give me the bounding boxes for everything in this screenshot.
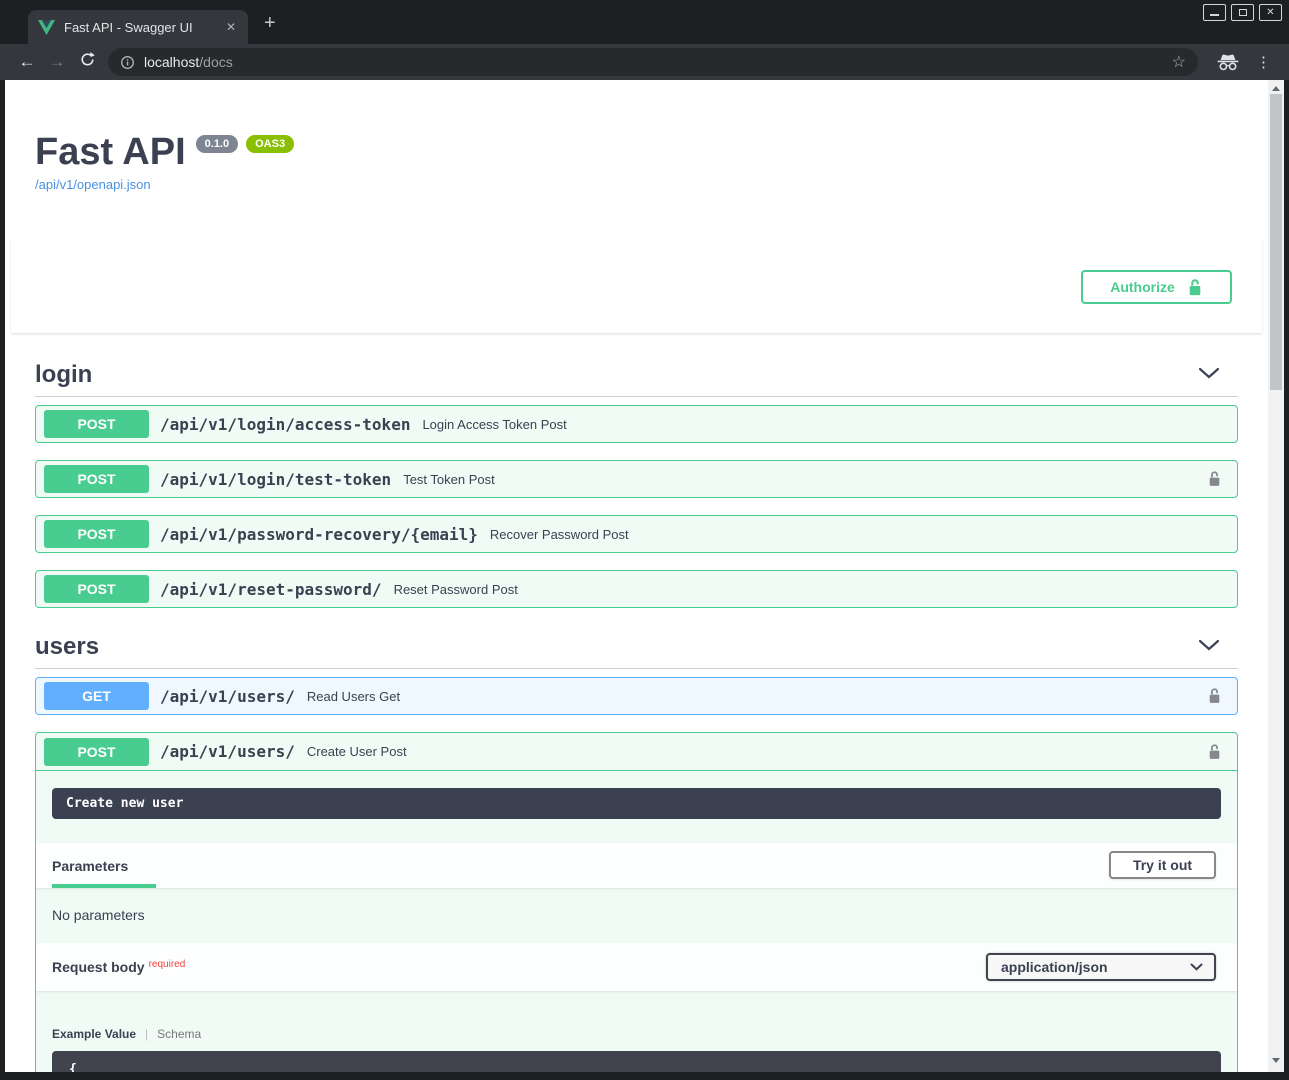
required-label: required xyxy=(149,959,186,970)
browser-titlebar: Fast API - Swagger UI ✕ + ✕ xyxy=(0,0,1289,44)
operation-path: /api/v1/users/ xyxy=(160,687,295,706)
operation-summary: Login Access Token Post xyxy=(422,417,566,432)
browser-menu-icon[interactable]: ⋮ xyxy=(1256,53,1271,71)
operation-description: Create new user xyxy=(52,788,1221,819)
site-info-icon[interactable] xyxy=(120,55,135,70)
operation-summary: Read Users Get xyxy=(307,689,400,704)
oas-badge: OAS3 xyxy=(246,135,294,153)
example-code-block: { xyxy=(52,1051,1221,1072)
operation-row[interactable]: POST /api/v1/login/test-token Test Token… xyxy=(35,460,1238,498)
method-badge: POST xyxy=(44,410,149,438)
request-body-text: Request body xyxy=(52,959,145,975)
unlock-icon xyxy=(1187,278,1203,297)
openapi-spec-link[interactable]: /api/v1/openapi.json xyxy=(35,177,151,192)
scroll-up-arrow-icon[interactable] xyxy=(1272,86,1280,91)
url-text: localhost/docs xyxy=(144,54,233,70)
method-badge: POST xyxy=(44,465,149,493)
incognito-icon xyxy=(1216,54,1240,71)
url-bar[interactable]: localhost/docs ☆ xyxy=(108,48,1198,76)
tab-title: Fast API - Swagger UI xyxy=(64,20,215,35)
page-scrollbar[interactable] xyxy=(1268,80,1284,1072)
site-favicon-icon xyxy=(38,20,55,35)
authorize-label: Authorize xyxy=(1110,279,1175,295)
operation-summary: Recover Password Post xyxy=(490,527,629,542)
maximize-button[interactable] xyxy=(1231,4,1254,21)
operation-row[interactable]: POST /api/v1/password-recovery/{email} R… xyxy=(35,515,1238,553)
scroll-down-arrow-icon[interactable] xyxy=(1272,1058,1280,1063)
reload-icon xyxy=(79,51,96,68)
content-type-select[interactable]: application/json xyxy=(986,953,1216,981)
title-badges: 0.1.0 OAS3 xyxy=(196,135,294,153)
method-badge: POST xyxy=(44,575,149,603)
chevron-down-icon[interactable] xyxy=(1198,638,1220,656)
chevron-down-icon xyxy=(1190,963,1203,971)
scrollbar-thumb[interactable] xyxy=(1270,94,1282,390)
reload-button[interactable] xyxy=(72,51,102,73)
operation-path: /api/v1/reset-password/ xyxy=(160,580,382,599)
operation-summary: Test Token Post xyxy=(403,472,495,487)
request-body-header: Request body required application/json xyxy=(36,943,1237,991)
section-login-header[interactable]: login xyxy=(35,353,1238,397)
forward-button[interactable]: → xyxy=(42,52,72,72)
content-type-value: application/json xyxy=(1001,959,1108,975)
model-tabs: Example Value | Schema xyxy=(52,1027,1221,1041)
request-body-label: Request body required xyxy=(52,959,185,975)
tab-example-value[interactable]: Example Value xyxy=(52,1027,136,1041)
operation-summary: Create User Post xyxy=(307,744,407,759)
tab-divider: | xyxy=(145,1027,148,1041)
chevron-down-icon[interactable] xyxy=(1198,366,1220,384)
page-viewport: Fast API 0.1.0 OAS3 /api/v1/openapi.json… xyxy=(5,80,1284,1072)
auth-lock-icon[interactable] xyxy=(1207,687,1222,705)
operation-path: /api/v1/login/access-token xyxy=(160,415,410,434)
new-tab-button[interactable]: + xyxy=(264,14,276,32)
operation-row[interactable]: POST /api/v1/reset-password/ Reset Passw… xyxy=(35,570,1238,608)
browser-toolbar: ← → localhost/docs ☆ ⋮ xyxy=(0,44,1289,80)
url-host: localhost xyxy=(144,54,199,70)
operation-summary: Reset Password Post xyxy=(394,582,518,597)
close-tab-icon[interactable]: ✕ xyxy=(224,20,238,34)
expanded-operation: POST /api/v1/users/ Create User Post Cre… xyxy=(35,732,1238,1072)
parameters-tab[interactable]: Parameters xyxy=(52,858,156,888)
toolbar-right: ⋮ xyxy=(1206,53,1277,71)
back-button[interactable]: ← xyxy=(12,52,42,72)
scheme-container: Authorize xyxy=(11,240,1262,333)
operation-row[interactable]: GET /api/v1/users/ Read Users Get xyxy=(35,677,1238,715)
operation-path: /api/v1/password-recovery/{email} xyxy=(160,525,478,544)
authorize-button[interactable]: Authorize xyxy=(1081,270,1232,304)
browser-tab[interactable]: Fast API - Swagger UI ✕ xyxy=(28,10,248,44)
minimize-button[interactable] xyxy=(1203,4,1226,21)
section-login-title: login xyxy=(35,361,92,389)
section-users-header[interactable]: users xyxy=(35,625,1238,669)
url-path: /docs xyxy=(199,54,232,70)
try-it-out-button[interactable]: Try it out xyxy=(1109,851,1216,879)
auth-lock-icon[interactable] xyxy=(1207,470,1222,488)
bookmark-star-icon[interactable]: ☆ xyxy=(1172,52,1186,72)
section-users-title: users xyxy=(35,633,99,661)
operation-path: /api/v1/login/test-token xyxy=(160,470,391,489)
no-parameters-text: No parameters xyxy=(36,888,1237,943)
method-badge: POST xyxy=(44,738,149,766)
page-title: Fast API xyxy=(35,132,186,172)
operation-row[interactable]: POST /api/v1/login/access-token Login Ac… xyxy=(35,405,1238,443)
operation-path: /api/v1/users/ xyxy=(160,742,295,761)
method-badge: GET xyxy=(44,682,149,710)
tab-schema[interactable]: Schema xyxy=(157,1027,201,1041)
method-badge: POST xyxy=(44,520,149,548)
swagger-ui: Fast API 0.1.0 OAS3 /api/v1/openapi.json… xyxy=(5,80,1268,1072)
maximize-icon xyxy=(1239,9,1247,16)
window-controls: ✕ xyxy=(1203,4,1282,21)
parameters-header: Parameters Try it out xyxy=(36,843,1237,888)
version-badge: 0.1.0 xyxy=(196,135,238,153)
minimize-icon xyxy=(1210,14,1219,16)
auth-lock-icon[interactable] xyxy=(1207,743,1222,761)
close-window-button[interactable]: ✕ xyxy=(1259,4,1282,21)
operation-row[interactable]: POST /api/v1/users/ Create User Post xyxy=(36,733,1237,771)
